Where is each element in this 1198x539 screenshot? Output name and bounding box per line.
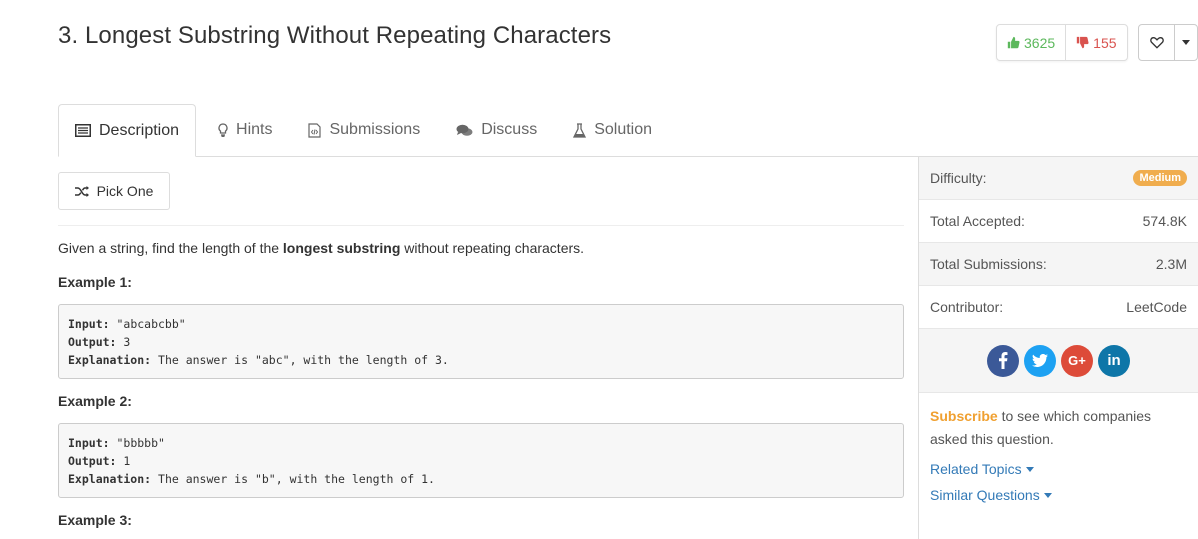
pick-one-label: Pick One (96, 183, 154, 199)
description-text: without repeating characters. (400, 240, 585, 256)
comments-icon (456, 124, 473, 136)
tab-label: Discuss (481, 121, 538, 138)
difficulty-label: Difficulty: (930, 170, 987, 186)
accepted-label: Total Accepted: (930, 213, 1025, 229)
accepted-row: Total Accepted: 574.8K (919, 200, 1198, 243)
submissions-row: Total Submissions: 2.3M (919, 243, 1198, 286)
google-plus-icon[interactable]: G+ (1061, 344, 1093, 377)
favorite-dropdown-button[interactable] (1175, 25, 1197, 60)
facebook-glyph (999, 352, 1008, 369)
caret-down-icon (1043, 492, 1052, 498)
tab-hints[interactable]: Hints (200, 104, 290, 156)
pick-one-button[interactable]: Pick One (58, 172, 170, 210)
tab-bar: Description Hints Submissions Discuss So… (58, 104, 1198, 157)
tab-solution[interactable]: Solution (555, 104, 670, 156)
example-heading: Example 1: (58, 274, 132, 290)
google-plus-glyph: G+ (1068, 353, 1086, 368)
output-label: Output: (68, 454, 117, 468)
related-topics-link[interactable]: Related Topics (919, 461, 1198, 477)
tab-label: Submissions (329, 121, 421, 138)
flask-icon (573, 122, 587, 138)
subscribe-link[interactable]: Subscribe (930, 408, 998, 424)
tab-discuss[interactable]: Discuss (438, 104, 555, 156)
example-heading: Example 3: (58, 512, 132, 528)
example-code-block: Input: "abcabcbb" Output: 3 Explanation:… (58, 304, 904, 379)
description-text: Given a string, find the length of the (58, 240, 283, 256)
accepted-value: 574.8K (1142, 213, 1187, 229)
upvote-count: 3625 (1024, 34, 1056, 51)
social-share-bar: G+ in (919, 329, 1198, 393)
input-label: Input: (68, 436, 110, 450)
tab-description[interactable]: Description (58, 104, 197, 157)
contributor-value: LeetCode (1126, 299, 1187, 315)
output-value: 3 (116, 335, 131, 349)
tab-label: Description (99, 121, 180, 139)
output-label: Output: (68, 335, 117, 349)
list-icon (75, 124, 91, 137)
heart-icon (1149, 37, 1164, 49)
downvote-count: 155 (1093, 34, 1117, 51)
output-value: 1 (116, 454, 131, 468)
caret-down-icon (1182, 40, 1190, 45)
code-file-icon (308, 122, 322, 138)
contributor-row: Contributor: LeetCode (919, 286, 1198, 329)
example-code-block: Input: "bbbbb" Output: 1 Explanation: Th… (58, 423, 904, 498)
similar-questions-label: Similar Questions (930, 487, 1040, 503)
upvote-button[interactable]: 3625 (997, 25, 1067, 60)
vote-group: 3625 155 (996, 24, 1128, 61)
tab-label: Solution (594, 121, 653, 138)
linkedin-icon[interactable]: in (1098, 344, 1130, 377)
content-divider (58, 225, 904, 226)
explanation-label: Explanation: (68, 353, 152, 367)
description-bold: longest substring (282, 240, 401, 256)
problem-description: Given a string, find the length of the l… (58, 240, 584, 256)
thumbs-down-icon (1076, 36, 1089, 49)
related-topics-label: Related Topics (930, 461, 1022, 477)
submissions-value: 2.3M (1155, 256, 1187, 272)
shuffle-icon (74, 185, 89, 197)
twitter-icon[interactable] (1024, 344, 1056, 377)
page-title: 3. Longest Substring Without Repeating C… (58, 22, 612, 49)
linkedin-glyph: in (1107, 352, 1121, 369)
favorite-group (1138, 24, 1198, 61)
favorite-button[interactable] (1139, 25, 1175, 60)
input-value: "bbbbb" (109, 436, 165, 450)
explanation-label: Explanation: (68, 472, 152, 486)
explanation-value: The answer is "abc", with the length of … (151, 353, 449, 367)
input-label: Input: (68, 317, 110, 331)
downvote-button[interactable]: 155 (1066, 25, 1126, 60)
tab-label: Hints (236, 121, 273, 138)
difficulty-badge: Medium (1133, 170, 1187, 186)
contributor-label: Contributor: (930, 299, 1004, 315)
twitter-glyph (1032, 354, 1048, 367)
input-value: "abcabcbb" (109, 317, 186, 331)
subscribe-note: Subscribe to see which companies asked t… (919, 393, 1198, 451)
difficulty-row: Difficulty: Medium (919, 157, 1198, 200)
caret-down-icon (1025, 466, 1034, 472)
problem-sidebar: Difficulty: Medium Total Accepted: 574.8… (918, 157, 1198, 539)
similar-questions-link[interactable]: Similar Questions (919, 487, 1198, 503)
lightbulb-icon (218, 123, 228, 137)
example-heading: Example 2: (58, 393, 132, 409)
tab-submissions[interactable]: Submissions (290, 104, 438, 156)
submissions-label: Total Submissions: (930, 256, 1047, 272)
explanation-value: The answer is "b", with the length of 1. (151, 472, 435, 486)
facebook-icon[interactable] (987, 344, 1019, 377)
thumbs-up-icon (1007, 36, 1020, 49)
